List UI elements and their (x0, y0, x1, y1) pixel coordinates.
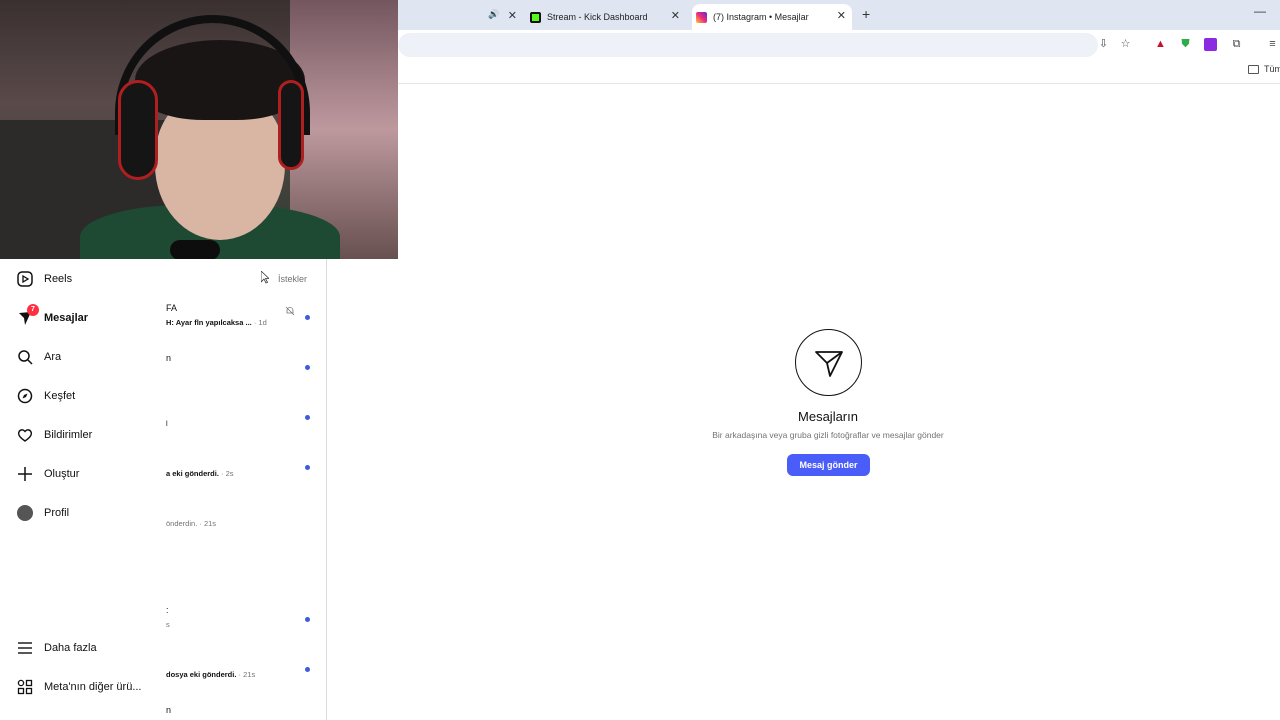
speaker-icon[interactable]: 🔊 (488, 9, 499, 20)
unread-dot (305, 617, 310, 622)
empty-state-title: Mesajların (798, 409, 858, 424)
unread-dot (305, 465, 310, 470)
pdf-extension-icon[interactable]: ▲ (1154, 38, 1167, 51)
more-menu-label: Daha fazla (44, 642, 97, 654)
extensions-puzzle-icon[interactable]: ⧉ (1230, 38, 1243, 51)
list-item[interactable]: a eki gönderdi. · 2s (165, 454, 326, 494)
unread-dot (305, 667, 310, 672)
more-menu-button[interactable]: Daha fazla (0, 633, 165, 663)
folder-icon (1248, 64, 1259, 74)
sidebar-item-explore[interactable]: Keşfet (0, 381, 165, 411)
compass-icon (16, 387, 34, 405)
headphone-left-icon (118, 80, 158, 180)
close-icon[interactable]: ✕ (508, 9, 517, 22)
conversation-name: n (166, 353, 172, 363)
tab-instagram[interactable]: (7) Instagram • Mesajlar ✕ (692, 4, 852, 30)
conversation-preview: önderdin. · 21s (166, 519, 217, 528)
shield-extension-icon[interactable]: ⛊ (1179, 38, 1192, 51)
sidebar-item-label: Bildirimler (44, 429, 93, 441)
sidebar-item-label: Oluştur (44, 468, 80, 480)
hamburger-icon (16, 639, 34, 657)
reels-icon (16, 270, 34, 288)
tab-title: Stream - Kick Dashboard (547, 12, 648, 22)
sidebar-item-label: Profil (44, 507, 70, 519)
instagram-sidebar: Reels 7 Mesajlar Ara Keşfet Bildirimler … (0, 259, 165, 720)
bookmark-folder-label: Tüm (1264, 64, 1280, 74)
sidebar-item-notifications[interactable]: Bildirimler (0, 420, 165, 450)
unread-dot (305, 365, 310, 370)
conversation-preview: H: Ayar fln yapılcaksa ... · 1d (166, 318, 267, 327)
grid-icon (16, 678, 34, 696)
address-bar[interactable] (398, 33, 1098, 57)
heart-icon (16, 426, 34, 444)
conversation-name: FA (166, 303, 178, 313)
conversation-preview: dosya eki gönderdi. · 21s (166, 670, 256, 679)
sidebar-item-profile[interactable]: Profil (0, 498, 165, 528)
bookmark-star-icon[interactable]: ☆ (1119, 38, 1132, 51)
send-message-button[interactable]: Mesaj gönder (787, 454, 870, 476)
install-app-icon[interactable]: ⇩ (1097, 38, 1110, 51)
close-icon[interactable]: ✕ (671, 9, 680, 22)
conversation-preview: s (166, 620, 170, 629)
list-item[interactable]: : s (165, 605, 326, 645)
instagram-logo-icon (696, 11, 707, 23)
webcam-overlay (0, 0, 398, 259)
requests-link[interactable]: İstekler (278, 274, 307, 284)
send-message-icon (795, 329, 862, 396)
tab-kick-dashboard[interactable]: Stream - Kick Dashboard ✕ (526, 4, 686, 30)
minimize-button[interactable]: — (1254, 4, 1266, 18)
message-list: İstekler FA H: Ayar fln yapılcaksa ... ·… (165, 259, 327, 720)
meta-products-button[interactable]: Meta'nın diğer ürü... (0, 672, 165, 702)
microphone-icon (170, 240, 220, 259)
list-item[interactable]: dosya eki gönderdi. · 21s (165, 655, 326, 695)
sidebar-item-label: Reels (44, 273, 73, 285)
sidebar-item-label: Ara (44, 351, 62, 363)
sidebar-item-messages[interactable]: 7 Mesajlar (0, 303, 165, 333)
kick-logo-icon (530, 11, 541, 23)
search-icon (16, 348, 34, 366)
sidebar-item-reels[interactable]: Reels (0, 264, 165, 294)
conversation-name: n (166, 705, 172, 715)
muted-bell-icon (285, 306, 295, 316)
mouse-cursor-icon (261, 271, 269, 284)
unread-dot (305, 315, 310, 320)
messenger-icon: 7 (16, 304, 39, 327)
conversation-name: : (166, 605, 169, 615)
list-item[interactable]: FA H: Ayar fln yapılcaksa ... · 1d (165, 303, 326, 343)
tab-audio[interactable]: 🔊 ✕ (398, 4, 523, 30)
headphone-right-icon (278, 80, 304, 170)
conversation-preview: l (166, 419, 168, 428)
list-item[interactable]: n (165, 705, 326, 720)
messages-empty-state: Mesajların Bir arkadaşına veya gruba giz… (328, 84, 1280, 720)
sidebar-item-label: Mesajlar (44, 312, 89, 324)
meta-products-label: Meta'nın diğer ürü... (44, 681, 142, 693)
conversation-preview: a eki gönderdi. · 2s (166, 469, 234, 478)
close-icon[interactable]: ✕ (837, 9, 846, 22)
list-item[interactable]: l (165, 403, 326, 443)
reading-list-icon[interactable]: ≡ (1266, 38, 1279, 51)
plus-icon (16, 465, 34, 483)
tab-title: (7) Instagram • Mesajlar (713, 12, 809, 22)
avatar (16, 504, 34, 522)
empty-state-subtitle: Bir arkadaşına veya gruba gizli fotoğraf… (712, 430, 944, 440)
sidebar-item-label: Keşfet (44, 390, 76, 402)
list-item[interactable]: n (165, 353, 326, 393)
unread-dot (305, 415, 310, 420)
purple-extension-icon[interactable] (1204, 38, 1217, 51)
new-tab-button[interactable]: + (862, 6, 870, 22)
sidebar-item-search[interactable]: Ara (0, 342, 165, 372)
bookmark-folder[interactable]: Tüm (1248, 64, 1280, 74)
list-item[interactable]: önderdin. · 21s (165, 504, 326, 544)
notification-badge: 7 (27, 304, 39, 316)
sidebar-item-create[interactable]: Oluştur (0, 459, 165, 489)
